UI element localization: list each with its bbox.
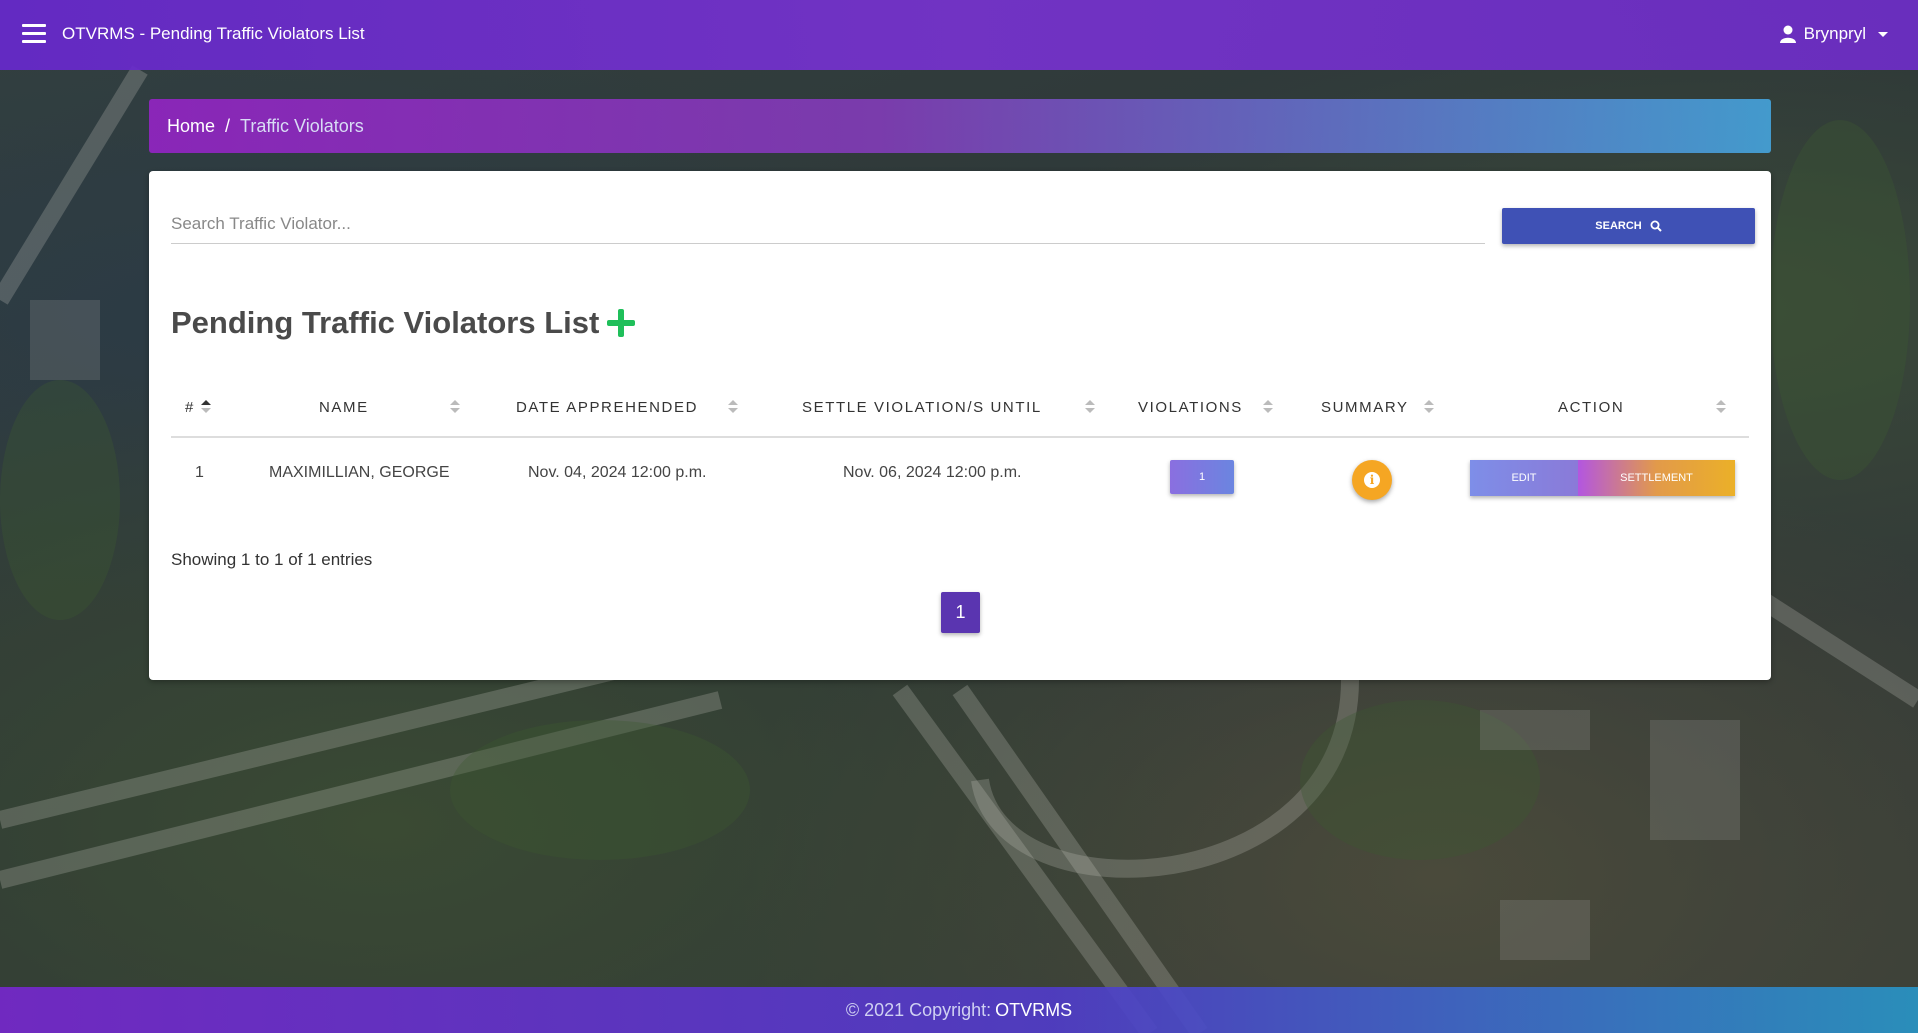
column-number[interactable]: #: [185, 378, 195, 436]
settlement-button[interactable]: SETTLEMENT: [1578, 460, 1735, 496]
search-button[interactable]: SEARCH: [1502, 208, 1755, 244]
violators-table: # NAME DATE APPREHENDED SETTLE VIOLATION…: [171, 378, 1749, 518]
breadcrumb-current: Traffic Violators: [240, 115, 364, 136]
sort-icon[interactable]: [1716, 400, 1726, 414]
breadcrumb-home[interactable]: Home: [167, 116, 215, 137]
footer-copyright: © 2021 Copyright:: [845, 999, 992, 1020]
row-settle-until: Nov. 06, 2024 12:00 p.m.: [843, 464, 1022, 481]
add-violator-icon[interactable]: [607, 309, 636, 337]
breadcrumb: Home / Traffic Violators: [149, 99, 1771, 153]
app-title: OTVRMS - Pending Traffic Violators List: [62, 24, 365, 43]
row-name: MAXIMILLIAN, GEORGE: [269, 464, 450, 481]
column-date-apprehended-label: DATE APPREHENDED: [516, 398, 699, 416]
sort-icon[interactable]: [728, 400, 738, 414]
table-header: # NAME DATE APPREHENDED SETTLE VIOLATION…: [171, 378, 1749, 438]
sort-icon[interactable]: [1263, 400, 1273, 414]
search-button-label: SEARCH: [1595, 220, 1642, 232]
user-name: Brynpryl: [1803, 24, 1866, 43]
column-summary-label: SUMMARY: [1321, 398, 1409, 416]
row-number: 1: [195, 464, 204, 481]
top-navbar: OTVRMS - Pending Traffic Violators List …: [0, 0, 1918, 70]
row-date-apprehended: Nov. 04, 2024 12:00 p.m.: [528, 464, 707, 481]
footer-brand-link[interactable]: OTVRMS: [995, 1000, 1072, 1021]
search-input[interactable]: [171, 205, 1485, 244]
chevron-down-icon: [1878, 31, 1888, 37]
page-button-1[interactable]: 1: [941, 592, 980, 633]
sort-icon[interactable]: [1424, 400, 1434, 414]
user-menu[interactable]: Brynpryl: [1779, 24, 1888, 44]
breadcrumb-separator: /: [225, 115, 231, 136]
sort-icon[interactable]: [450, 400, 460, 414]
entries-info: Showing 1 to 1 of 1 entries: [171, 550, 373, 569]
column-violations[interactable]: VIOLATIONS: [1138, 378, 1243, 436]
sort-icon[interactable]: [201, 400, 211, 414]
action-buttons: EDIT SETTLEMENT: [1470, 460, 1735, 496]
page-title-wrap: Pending Traffic Violators List: [171, 305, 636, 341]
column-date-apprehended[interactable]: DATE APPREHENDED: [516, 378, 698, 436]
column-settle-until-label: SETTLE VIOLATION/S UNTIL: [802, 398, 1042, 416]
table-row: 1 MAXIMILLIAN, GEORGE Nov. 04, 2024 12:0…: [171, 438, 1749, 518]
page-title: Pending Traffic Violators List: [171, 305, 600, 340]
footer: © 2021 Copyright: OTVRMS: [0, 987, 1918, 1033]
column-number-label: #: [185, 398, 195, 416]
info-icon: i: [1364, 472, 1380, 488]
column-summary[interactable]: SUMMARY: [1321, 378, 1409, 436]
column-name[interactable]: NAME: [319, 378, 369, 436]
sort-icon[interactable]: [1085, 400, 1095, 414]
column-name-label: NAME: [319, 398, 369, 416]
column-action-label: ACTION: [1558, 398, 1625, 416]
column-settle-until[interactable]: SETTLE VIOLATION/S UNTIL: [802, 378, 1042, 436]
edit-button[interactable]: EDIT: [1470, 460, 1578, 496]
violations-count-button[interactable]: 1: [1170, 460, 1234, 494]
user-icon: [1779, 25, 1796, 43]
menu-icon[interactable]: [22, 24, 46, 44]
violators-card: SEARCH Pending Traffic Violators List # …: [149, 171, 1771, 680]
column-action[interactable]: ACTION: [1558, 378, 1624, 436]
column-violations-label: VIOLATIONS: [1138, 398, 1243, 416]
search-icon: [1650, 220, 1662, 232]
summary-button[interactable]: i: [1352, 460, 1392, 500]
